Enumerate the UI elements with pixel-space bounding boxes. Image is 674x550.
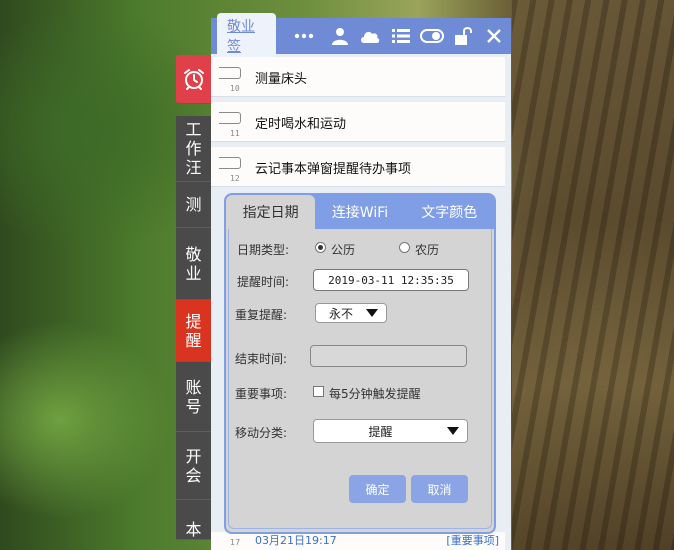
- end-time-label: 结束时间:: [235, 352, 288, 366]
- tab-test-label: 测: [185, 195, 202, 214]
- tab-more[interactable]: 本: [176, 500, 211, 540]
- chevron-down-icon: [447, 427, 459, 435]
- note-number: 17: [230, 538, 241, 547]
- list-item[interactable]: 12 云记事本弹窗提醒待办事项: [211, 147, 505, 187]
- note-text: 云记事本弹窗提醒待办事项: [255, 162, 412, 177]
- cancel-button[interactable]: 取消: [411, 475, 468, 503]
- lunar-label: 农历: [415, 243, 440, 257]
- list-item[interactable]: 11 定时喝水和运动: [211, 102, 505, 142]
- repeat-value: 永不: [328, 306, 353, 321]
- tab-connect-wifi[interactable]: 连接WiFi: [315, 195, 404, 229]
- dialog-tabs: 指定日期 连接WiFi 文字颜色: [226, 195, 494, 229]
- background-tree: [512, 0, 674, 550]
- tab-account-label: 账号: [185, 377, 202, 416]
- date-type-label: 日期类型:: [237, 243, 290, 257]
- important-checkbox[interactable]: [313, 386, 324, 397]
- alarm-tab[interactable]: [176, 55, 211, 104]
- solar-label: 公历: [331, 243, 356, 257]
- note-clip-icon: [219, 67, 241, 79]
- tab-test[interactable]: 测: [176, 182, 211, 228]
- alarm-clock-icon: [183, 69, 204, 90]
- tab-text-color[interactable]: 文字颜色: [405, 195, 494, 229]
- tab-jingye-label: 敬业: [185, 244, 202, 283]
- tab-meeting-label: 开会: [185, 446, 202, 485]
- unlock-icon[interactable]: [452, 24, 474, 48]
- list-icon[interactable]: [390, 24, 412, 48]
- note-number: 11: [230, 129, 240, 138]
- close-icon[interactable]: [483, 24, 505, 48]
- tab-reminder[interactable]: 提醒: [176, 300, 211, 362]
- chevron-down-icon: [366, 309, 378, 317]
- category-value: 提醒: [368, 424, 393, 439]
- user-icon[interactable]: [329, 24, 351, 48]
- note-tag: [重要事项]: [446, 534, 499, 547]
- note-number: 12: [230, 174, 240, 183]
- note-text: 定时喝水和运动: [255, 117, 347, 132]
- remind-time-input[interactable]: 2019-03-11 12:35:35: [313, 269, 469, 291]
- tab-more-label: 本: [185, 520, 202, 539]
- tab-reminder-label: 提醒: [185, 311, 202, 350]
- confirm-button[interactable]: 确定: [349, 475, 406, 503]
- tab-meeting[interactable]: 开会: [176, 432, 211, 500]
- toggle-icon[interactable]: [420, 24, 445, 48]
- reminder-dialog: 指定日期 连接WiFi 文字颜色 日期类型: 公历 农历 提醒时间: 2019-…: [224, 193, 496, 534]
- important-checkbox-label: 每5分钟触发提醒: [329, 387, 421, 401]
- category-tabs: 工作汪 测 敬业 提醒 账号 开会 本: [176, 55, 211, 540]
- repeat-label: 重复提醒:: [235, 308, 288, 322]
- category-select[interactable]: 提醒: [313, 419, 468, 443]
- list-item[interactable]: 17 03月21日19:17 [重要事项]: [211, 532, 505, 550]
- toolbar: 敬业签: [211, 13, 511, 59]
- end-time-input[interactable]: [310, 345, 467, 367]
- more-icon[interactable]: [292, 24, 314, 48]
- note-text: 测量床头: [255, 72, 308, 87]
- note-clip-icon: [219, 112, 241, 124]
- note-number: 10: [230, 84, 240, 93]
- tab-specify-date[interactable]: 指定日期: [226, 195, 316, 229]
- brand-button[interactable]: 敬业签: [217, 13, 277, 59]
- note-clip-icon: [219, 157, 241, 169]
- tab-work[interactable]: 工作汪: [176, 116, 211, 182]
- important-label: 重要事项:: [235, 387, 288, 401]
- tab-account[interactable]: 账号: [176, 362, 211, 432]
- lunar-radio[interactable]: [399, 242, 410, 253]
- solar-radio[interactable]: [315, 242, 326, 253]
- cloud-icon[interactable]: [359, 24, 381, 48]
- note-date: 03月21日19:17: [255, 534, 337, 547]
- category-label: 移动分类:: [235, 426, 288, 440]
- remind-time-label: 提醒时间:: [237, 275, 290, 289]
- tab-jingye[interactable]: 敬业: [176, 228, 211, 300]
- repeat-select[interactable]: 永不: [315, 303, 387, 323]
- dialog-body: 日期类型: 公历 农历 提醒时间: 2019-03-11 12:35:35 重复…: [228, 229, 492, 529]
- tab-work-label: 工作汪: [185, 120, 202, 177]
- list-item[interactable]: 10 测量床头: [211, 57, 505, 97]
